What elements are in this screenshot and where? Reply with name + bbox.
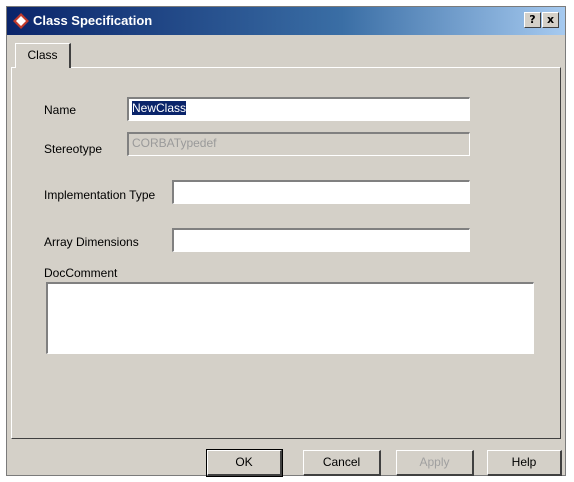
- app-diamond-icon: [13, 13, 29, 29]
- implementation-type-label: Implementation Type: [44, 188, 156, 202]
- name-field[interactable]: NewClass: [127, 97, 470, 121]
- apply-button[interactable]: Apply: [396, 450, 474, 476]
- tab-class[interactable]: Class: [15, 43, 71, 68]
- window-title: Class Specification: [33, 13, 153, 28]
- stereotype-label: Stereotype: [44, 142, 103, 156]
- implementation-type-field[interactable]: [172, 180, 470, 204]
- tab-panel-class: Name NewClass Stereotype CORBATypedef Im…: [11, 67, 561, 439]
- doc-comment-label: DocComment: [44, 266, 118, 280]
- title-close-button[interactable]: x: [542, 12, 559, 28]
- title-help-button[interactable]: ?: [524, 12, 541, 28]
- doc-comment-textarea[interactable]: [46, 282, 534, 354]
- class-specification-dialog: Class Specification ? x Class Name NewCl…: [6, 6, 566, 477]
- name-label: Name: [44, 103, 77, 117]
- ok-button[interactable]: OK: [206, 449, 283, 477]
- help-button[interactable]: Help: [487, 450, 562, 476]
- array-dimensions-label: Array Dimensions: [44, 235, 139, 249]
- title-bar[interactable]: Class Specification ? x: [7, 7, 565, 35]
- cancel-button[interactable]: Cancel: [303, 450, 381, 476]
- name-value: NewClass: [132, 101, 187, 115]
- stereotype-field: CORBATypedef: [127, 132, 470, 156]
- array-dimensions-field[interactable]: [172, 228, 470, 252]
